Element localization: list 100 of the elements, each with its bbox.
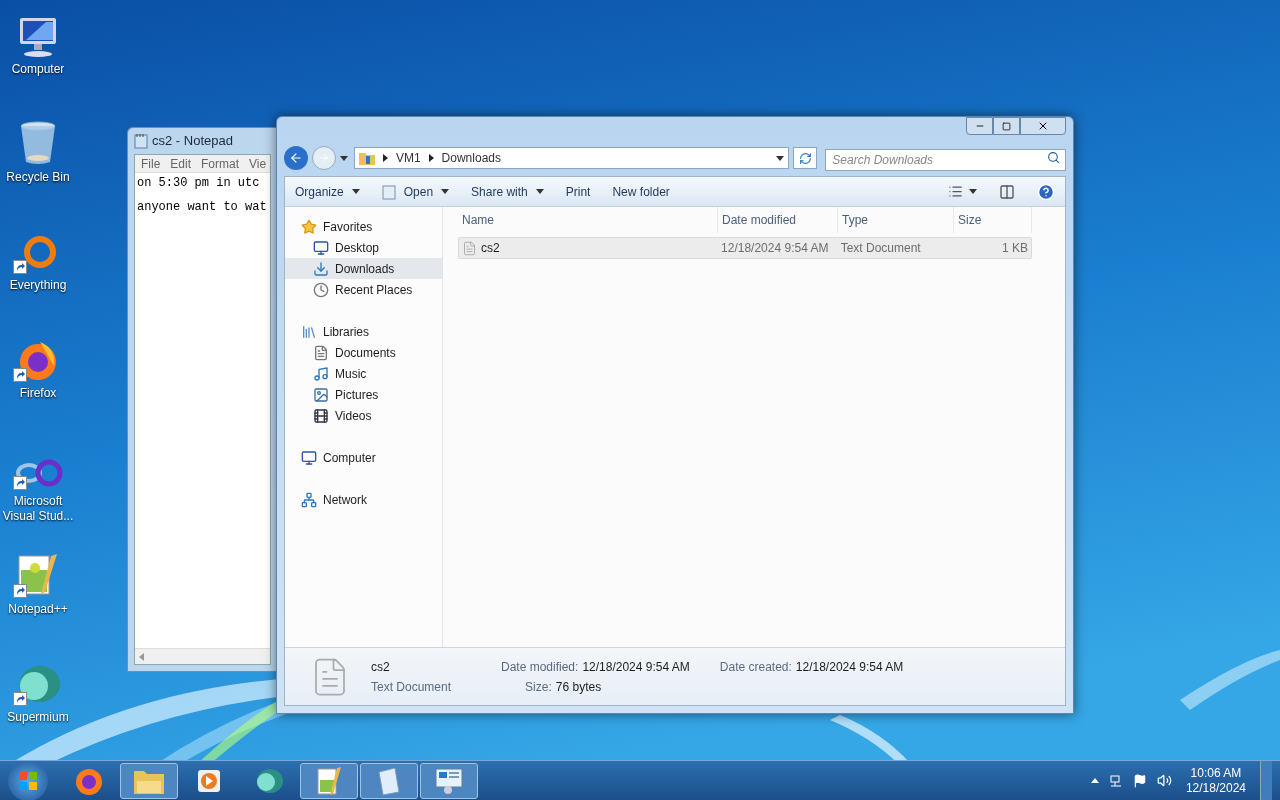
download-folder-icon: [313, 260, 329, 277]
address-bar[interactable]: VM1 Downloads: [353, 147, 790, 169]
breadcrumb-item[interactable]: VM1: [395, 149, 421, 167]
scroll-left-icon[interactable]: [139, 652, 144, 661]
picture-icon: [313, 386, 329, 403]
nav-item[interactable]: Libraries: [285, 321, 442, 342]
caret-icon: [339, 155, 348, 161]
detail-value: 12/18/2024 9:54 AM: [582, 658, 690, 676]
close-button[interactable]: [1020, 117, 1066, 135]
refresh-button[interactable]: [793, 147, 818, 169]
taskbar-button[interactable]: [300, 762, 358, 799]
detail-value: 12/18/2024 9:54 AM: [795, 658, 904, 676]
desktop-icon-label[interactable]: Notepad++: [8, 602, 68, 617]
music-note-icon: [313, 365, 329, 382]
notepad-icon: [134, 133, 148, 149]
library-icon: [301, 323, 317, 340]
show-hidden-icons-icon[interactable]: [1090, 778, 1099, 783]
refresh-icon: [798, 151, 812, 165]
toolbar-button[interactable]: Print: [565, 182, 591, 201]
recycle-bin-icon: [18, 120, 58, 166]
minimize-button[interactable]: [966, 117, 993, 135]
toolbar-button[interactable]: Organize: [295, 182, 360, 201]
text-file-icon: [462, 240, 477, 256]
preview-pane-icon: [999, 183, 1015, 200]
toolbar-button[interactable]: Share with: [471, 182, 544, 201]
window-title: cs2 - Notepad: [152, 132, 233, 151]
network-icon[interactable]: [1108, 773, 1123, 788]
media-player-icon: [196, 767, 222, 794]
flag-icon[interactable]: [1132, 773, 1147, 788]
desktop-icon-label[interactable]: Recycle Bin: [6, 170, 70, 185]
view-options-button[interactable]: [948, 184, 977, 199]
star-icon: [301, 218, 317, 235]
forward-arrow-icon: [317, 152, 330, 164]
desktop-icon-label[interactable]: Microsoft Visual Stud...: [0, 494, 76, 524]
nav-item[interactable]: Downloads: [285, 258, 442, 279]
monitor-icon: [313, 239, 329, 256]
network-icon: [301, 491, 317, 508]
desktop-icon-label[interactable]: Everything: [9, 278, 67, 293]
column-header[interactable]: Type: [838, 207, 954, 233]
detail-label: Size:: [525, 678, 552, 696]
detail-label: Date modified:: [501, 658, 579, 676]
table-cell-text: 12/18/2024 9:54 AM: [721, 240, 829, 257]
search-field[interactable]: Search Downloads: [825, 149, 1066, 171]
desktop-icon-label[interactable]: Computer: [11, 62, 65, 77]
taskbar-button[interactable]: [360, 762, 418, 799]
film-icon: [313, 407, 329, 424]
caret-icon: [441, 189, 450, 194]
breadcrumb-item[interactable]: Downloads: [441, 149, 501, 167]
nav-item[interactable]: Favorites: [285, 216, 442, 237]
help-button[interactable]: [1037, 182, 1055, 201]
text-line: on 5:30 pm in utc: [137, 175, 261, 191]
help-icon: [1037, 182, 1055, 201]
breadcrumb-arrow-icon: [382, 154, 388, 162]
table-cell-text: 1 KB: [1001, 240, 1028, 257]
nav-item[interactable]: Desktop: [285, 237, 442, 258]
nav-item[interactable]: Pictures: [285, 384, 442, 405]
nav-item[interactable]: Recent Places: [285, 279, 442, 300]
nav-item[interactable]: Network: [285, 489, 442, 510]
detail-value: 76 bytes: [555, 678, 603, 696]
desktop-icon-label[interactable]: Firefox: [19, 386, 57, 401]
notepad-icon: [375, 765, 403, 796]
breadcrumb-arrow-icon: [428, 154, 434, 162]
text-line: anyone want to wat: [137, 199, 268, 215]
clock[interactable]: 10:06 AM 12/18/2024: [1181, 765, 1250, 796]
file-row[interactable]: cs2 12/18/2024 9:54 AM Text Document 1 KB: [458, 237, 1032, 259]
folder-icon: [358, 151, 375, 165]
table-cell-text: cs2: [481, 240, 500, 257]
start-button[interactable]: [8, 760, 48, 800]
toolbar-button[interactable]: Open: [381, 182, 450, 201]
nav-item[interactable]: Documents: [285, 342, 442, 363]
horizontal-scrollbar[interactable]: [135, 648, 270, 664]
file-type: Text Document: [371, 678, 453, 696]
notepad-chameleon-icon: [315, 765, 343, 796]
maximize-button[interactable]: [993, 117, 1020, 135]
menu-item[interactable]: Edit: [170, 154, 192, 173]
column-header[interactable]: Date modified: [718, 207, 838, 233]
control-panel-icon: [434, 766, 464, 795]
taskbar-button[interactable]: [420, 762, 478, 799]
taskbar-button[interactable]: [120, 762, 178, 799]
computer-icon: [301, 449, 317, 466]
preview-pane-button[interactable]: [999, 183, 1015, 200]
column-header[interactable]: Name: [458, 207, 718, 233]
detail-label: Date created:: [719, 658, 792, 676]
nav-item[interactable]: Videos: [285, 405, 442, 426]
column-header[interactable]: Size: [954, 207, 1032, 233]
clock-icon: [313, 281, 329, 298]
toolbar-button[interactable]: New folder: [612, 182, 670, 201]
table-cell-text: Text Document: [840, 240, 921, 257]
speaker-icon[interactable]: [1156, 773, 1172, 788]
nav-item[interactable]: Music: [285, 363, 442, 384]
back-button[interactable]: [284, 146, 308, 170]
menu-item[interactable]: Format: [201, 154, 240, 173]
close-icon: [1037, 120, 1049, 132]
menu-item[interactable]: File: [141, 154, 161, 173]
caret-icon: [535, 189, 544, 194]
view-list-icon: [948, 184, 963, 199]
maximize-icon: [1002, 121, 1011, 131]
nav-item[interactable]: Computer: [285, 447, 442, 468]
menu-item[interactable]: Vie: [249, 154, 267, 173]
file-name: cs2: [371, 658, 391, 676]
